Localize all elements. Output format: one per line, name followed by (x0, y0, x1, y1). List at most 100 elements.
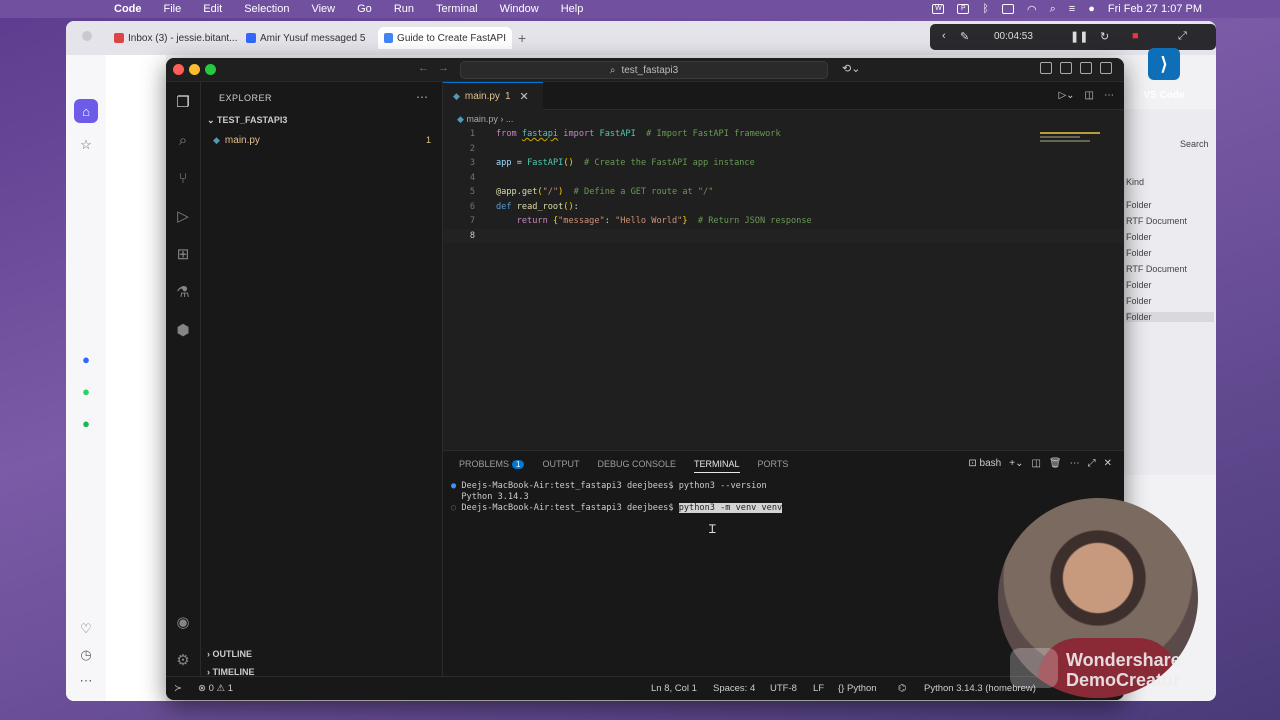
stop-icon[interactable]: ■ (1132, 30, 1139, 42)
window-close-icon[interactable] (173, 64, 184, 75)
copilot-icon[interactable]: ⟲⌄ (842, 62, 860, 75)
workspace-folder[interactable]: ⌄ TEST_FASTAPI3 (207, 115, 287, 126)
restart-icon[interactable]: ↻ (1100, 30, 1109, 43)
toggle-secondary-sidebar-icon[interactable] (1100, 62, 1112, 74)
window-zoom-icon[interactable] (205, 64, 216, 75)
chevron-left-icon[interactable]: ‹ (942, 30, 946, 42)
tab-problems[interactable]: PROBLEMS 1 (459, 459, 525, 473)
cursor-position[interactable]: Ln 8, Col 1 (651, 683, 697, 694)
finder-search-label[interactable]: Search (1180, 139, 1209, 149)
tab-output[interactable]: OUTPUT (542, 459, 579, 473)
close-icon[interactable] (82, 31, 92, 41)
menu-window[interactable]: Window (500, 3, 539, 15)
settings-gear-icon[interactable]: ⚙ (173, 650, 193, 670)
clock-icon[interactable]: ◷ (74, 643, 98, 667)
forward-icon[interactable]: → (438, 62, 449, 74)
window-minimize-icon[interactable] (189, 64, 200, 75)
extensions-icon[interactable]: ⊞ (173, 244, 193, 264)
finder-row[interactable]: Folder (1126, 280, 1152, 290)
indentation[interactable]: Spaces: 4 (713, 683, 755, 694)
menu-view[interactable]: View (311, 3, 335, 15)
writer-icon[interactable]: W (932, 4, 945, 14)
back-icon[interactable]: ← (418, 62, 429, 74)
run-icon[interactable]: ▷⌄ (1058, 90, 1074, 101)
new-terminal-icon[interactable]: +⌄ (1009, 458, 1023, 469)
file-main-py[interactable]: ◆ main.py 1 (213, 132, 437, 148)
terminal-shell-selector[interactable]: ⊡ bash (968, 458, 1001, 469)
finder-row[interactable]: Folder (1126, 200, 1152, 210)
browser-tab-messenger[interactable]: Amir Yusuf messaged 5 (246, 27, 374, 49)
close-icon[interactable]: ✕ (520, 90, 529, 103)
battery-icon[interactable] (1001, 4, 1014, 14)
outline-section[interactable]: › OUTLINE (207, 649, 252, 659)
menu-edit[interactable]: Edit (203, 3, 222, 15)
search-icon[interactable]: ⌕ (173, 130, 193, 150)
vscode-desktop-icon[interactable]: ⟩ VS Code (1140, 48, 1188, 112)
layout-icon[interactable] (1040, 62, 1052, 74)
remote-icon[interactable]: ≻ (174, 683, 182, 694)
heart-icon[interactable]: ♡ (74, 617, 98, 641)
toggle-panel-icon[interactable] (1080, 62, 1092, 74)
language-mode[interactable]: {} Python (838, 683, 877, 694)
star-icon[interactable]: ☆ (74, 133, 98, 157)
tab-terminal[interactable]: TERMINAL (694, 459, 740, 473)
account-icon[interactable]: ◉ (173, 612, 193, 632)
menu-go[interactable]: Go (357, 3, 372, 15)
search-icon[interactable]: ⌕ (1050, 3, 1056, 16)
finder-row[interactable]: Folder (1126, 296, 1152, 306)
tab-main-py[interactable]: ◆ main.py 1 ✕ (443, 82, 543, 110)
home-icon[interactable]: ⌂ (74, 99, 98, 123)
command-center-search[interactable]: ⌕ test_fastapi3 (460, 61, 828, 79)
source-control-icon[interactable]: ⑂ (173, 168, 193, 188)
more-actions-icon[interactable]: ⋯ (416, 90, 428, 104)
menu-terminal[interactable]: Terminal (436, 3, 478, 15)
testing-icon[interactable]: ⚗ (173, 282, 193, 302)
menu-app[interactable]: Code (114, 3, 142, 15)
whatsapp-icon[interactable]: ● (74, 379, 98, 403)
pause-icon[interactable]: ❚❚ (1070, 30, 1088, 43)
finder-row[interactable]: Folder (1126, 248, 1152, 258)
more-icon[interactable]: ⋯ (74, 669, 98, 693)
control-center-icon[interactable]: ≡ (1069, 3, 1075, 15)
trash-icon[interactable]: 🗑 (1049, 458, 1062, 469)
more-icon[interactable]: ⋯ (1070, 458, 1080, 469)
fullscreen-icon[interactable]: ⤢ (1178, 30, 1187, 43)
split-terminal-icon[interactable]: ◫ (1031, 458, 1040, 469)
split-editor-icon[interactable]: ◫ (1085, 90, 1094, 101)
tab-debug-console[interactable]: DEBUG CONSOLE (597, 459, 676, 473)
python-icon[interactable]: ⬢ (173, 320, 193, 340)
finder-row[interactable]: RTF Document (1126, 216, 1187, 226)
browser-tab-gmail[interactable]: Inbox (3) - jessie.bitant... (114, 27, 240, 49)
tab-ports[interactable]: PORTS (758, 459, 789, 473)
explorer-icon[interactable]: ❐ (173, 92, 193, 112)
close-panel-icon[interactable]: ✕ (1104, 458, 1112, 469)
menu-selection[interactable]: Selection (244, 3, 289, 15)
toggle-sidebar-icon[interactable] (1060, 62, 1072, 74)
finder-row[interactable]: Folder (1126, 232, 1152, 242)
wifi-icon[interactable]: ◠ (1027, 3, 1037, 16)
siri-icon[interactable]: ● (1088, 3, 1095, 15)
pen-icon[interactable]: ✎ (960, 30, 969, 43)
terminal-output[interactable]: ● Deejs-MacBook-Air:test_fastapi3 deejbe… (451, 481, 783, 514)
breadcrumb[interactable]: ◆ main.py › ... (457, 114, 513, 125)
finder-row[interactable]: RTF Document (1126, 264, 1187, 274)
browser-tab-docs[interactable]: Guide to Create FastAPI (378, 27, 512, 49)
more-icon[interactable]: ⋯ (1104, 90, 1114, 101)
copilot-icon[interactable]: ⌬ (898, 683, 906, 694)
menu-file[interactable]: File (164, 3, 182, 15)
messenger-icon[interactable]: ● (74, 347, 98, 371)
menu-help[interactable]: Help (561, 3, 584, 15)
new-tab-icon[interactable]: + (518, 27, 526, 49)
pdf-icon[interactable]: P (957, 4, 970, 14)
maximize-panel-icon[interactable]: ⤢ (1088, 458, 1096, 469)
spotify-icon[interactable]: ● (74, 411, 98, 435)
panel-tabs: PROBLEMS 1 OUTPUT DEBUG CONSOLE TERMINAL … (459, 459, 788, 473)
problems-status[interactable]: ⊗ 0 ⚠ 1 (198, 683, 233, 694)
finder-row-selected[interactable]: Folder (1126, 312, 1214, 322)
menubar-clock[interactable]: Fri Feb 27 1:07 PM (1108, 3, 1202, 15)
encoding[interactable]: UTF-8 (770, 683, 797, 694)
bluetooth-icon[interactable]: ᛒ (982, 3, 989, 15)
line-endings[interactable]: LF (813, 683, 824, 694)
menu-run[interactable]: Run (394, 3, 414, 15)
run-debug-icon[interactable]: ▷ (173, 206, 193, 226)
